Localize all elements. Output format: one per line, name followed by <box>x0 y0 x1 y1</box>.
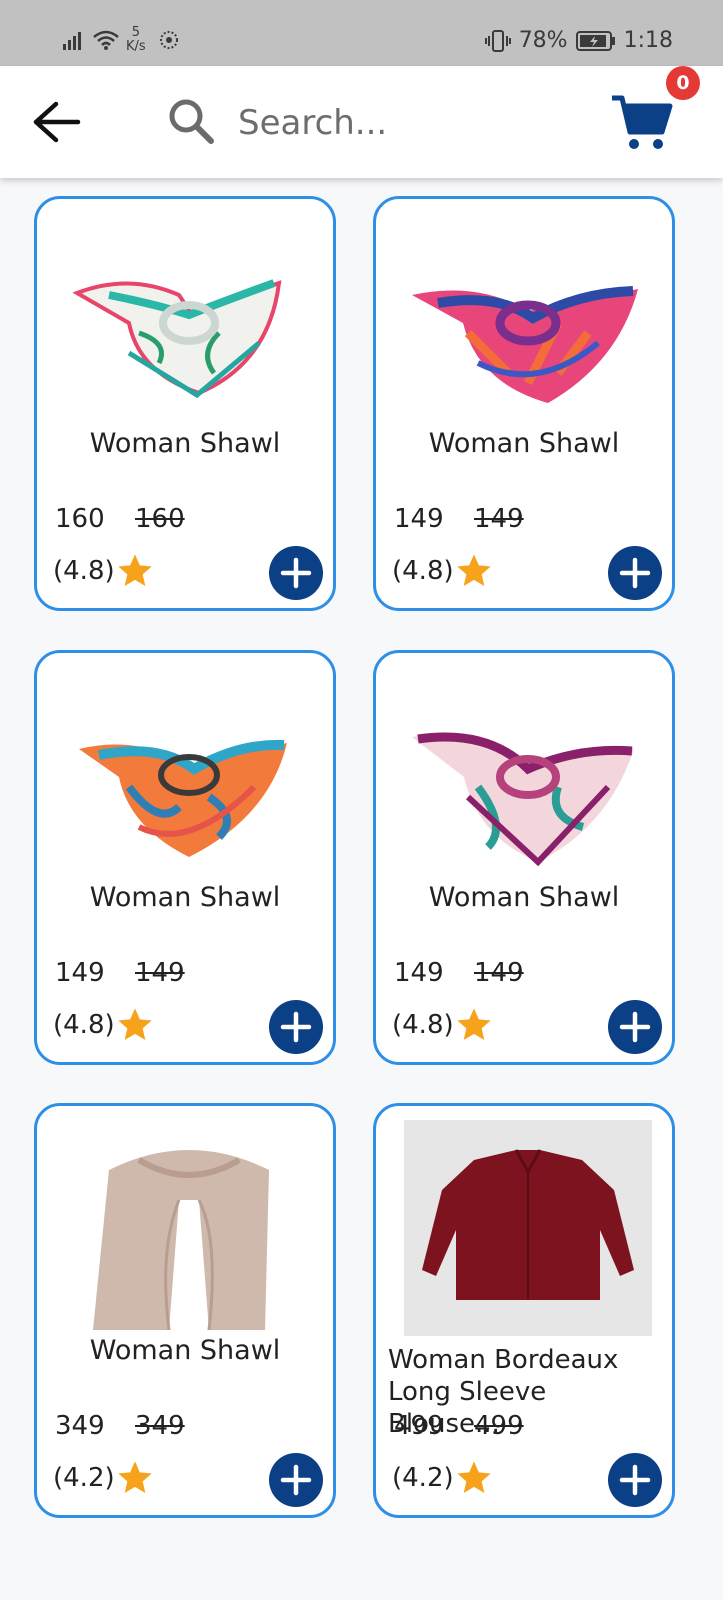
product-old-price: 499 <box>474 1411 524 1441</box>
product-rating: (4.2) <box>53 1463 115 1493</box>
product-price: 160 <box>55 504 105 534</box>
product-rating: (4.8) <box>53 556 115 586</box>
product-title: Woman Shawl <box>89 1335 281 1366</box>
product-card[interactable]: Woman Shawl 349 349 (4.2) <box>34 1103 336 1518</box>
product-card[interactable]: Woman Shawl 149 149 (4.8) <box>34 650 336 1065</box>
plus-icon <box>619 1011 651 1043</box>
scarf-image <box>93 1150 269 1331</box>
shawl-image <box>412 732 634 867</box>
product-image <box>69 1130 309 1331</box>
product-old-price: 349 <box>135 1411 185 1441</box>
product-old-price: 149 <box>474 958 524 988</box>
star-icon <box>118 1461 152 1493</box>
product-rating: (4.2) <box>392 1463 454 1493</box>
product-old-price: 149 <box>474 504 524 534</box>
plus-icon <box>619 557 651 589</box>
product-title: Woman Shawl <box>89 428 281 459</box>
product-image <box>69 223 309 423</box>
shawl-image <box>72 279 282 399</box>
product-card[interactable]: Woman Shawl 149 149 (4.8) <box>373 196 675 611</box>
shawl-image <box>412 286 638 403</box>
product-old-price: 160 <box>135 504 185 534</box>
product-card[interactable]: Woman Shawl 149 149 (4.8) <box>373 650 675 1065</box>
add-to-cart-button[interactable] <box>269 1000 323 1054</box>
star-icon <box>118 1008 152 1040</box>
add-to-cart-button[interactable] <box>608 546 662 600</box>
product-rating: (4.8) <box>392 556 454 586</box>
add-to-cart-button[interactable] <box>269 546 323 600</box>
plus-icon <box>280 557 312 589</box>
product-rating: (4.8) <box>53 1010 115 1040</box>
product-title: Woman Shawl <box>89 882 281 913</box>
shawl-image <box>79 739 287 857</box>
product-price: 349 <box>55 1411 105 1441</box>
product-grid: Woman Shawl 160 160 (4.8) Woman Shawl 14… <box>0 0 723 1600</box>
product-price: 149 <box>394 958 444 988</box>
product-image <box>69 677 309 877</box>
product-card[interactable]: Woman Bordeaux Long Sleeve Blouse... 499… <box>373 1103 675 1518</box>
add-to-cart-button[interactable] <box>608 1000 662 1054</box>
product-title: Woman Shawl <box>428 428 620 459</box>
star-icon <box>457 1008 491 1040</box>
plus-icon <box>280 1011 312 1043</box>
plus-icon <box>619 1464 651 1496</box>
product-image <box>404 1120 652 1336</box>
product-old-price: 149 <box>135 958 185 988</box>
star-icon <box>118 554 152 586</box>
star-icon <box>457 554 491 586</box>
product-title: Woman Shawl <box>428 882 620 913</box>
plus-icon <box>280 1464 312 1496</box>
add-to-cart-button[interactable] <box>608 1453 662 1507</box>
product-image <box>408 677 648 877</box>
product-rating: (4.8) <box>392 1010 454 1040</box>
star-icon <box>457 1461 491 1493</box>
blouse-image <box>422 1149 634 1300</box>
product-card[interactable]: Woman Shawl 160 160 (4.8) <box>34 196 336 611</box>
product-image <box>408 223 648 423</box>
add-to-cart-button[interactable] <box>269 1453 323 1507</box>
product-price: 149 <box>394 504 444 534</box>
product-price: 499 <box>394 1411 444 1441</box>
product-price: 149 <box>55 958 105 988</box>
